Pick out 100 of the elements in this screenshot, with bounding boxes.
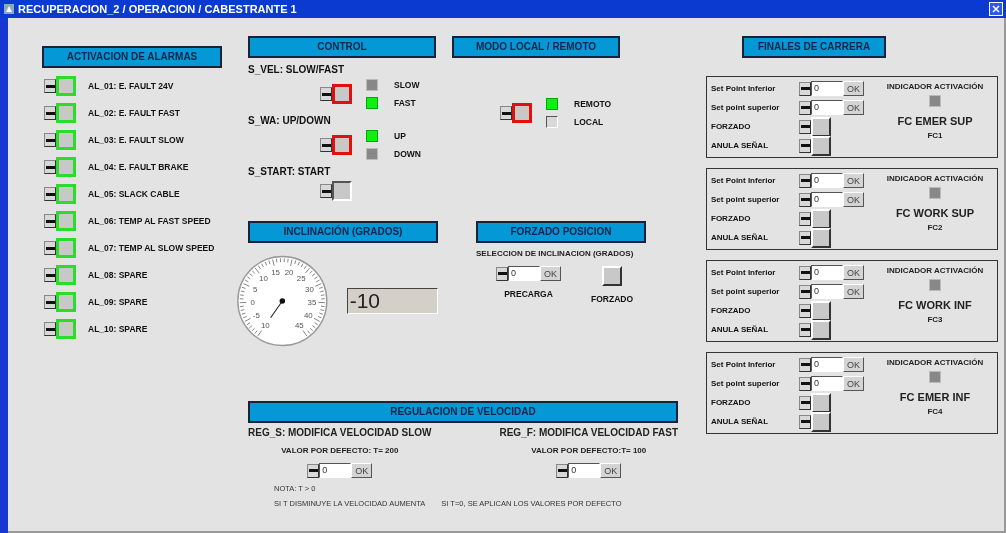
toggle-button[interactable] — [56, 319, 76, 339]
section-header: MODO LOCAL / REMOTO — [452, 36, 620, 58]
minus-button[interactable] — [799, 230, 811, 245]
limit-code: FC2 — [927, 223, 943, 232]
minus-button[interactable] — [799, 265, 811, 280]
forced-label: FORZADO — [711, 214, 752, 223]
minus-button[interactable] — [320, 184, 332, 198]
speed-heading: REG_F: MODIFICA VELOCIDAD FAST — [499, 427, 678, 438]
input-field[interactable]: 0 — [811, 376, 843, 391]
minus-button[interactable] — [44, 187, 56, 201]
toggle-button[interactable] — [56, 292, 76, 312]
ok-button[interactable]: OK — [843, 81, 864, 96]
ok-button[interactable]: OK — [843, 284, 864, 299]
minus-button[interactable] — [500, 106, 512, 120]
toggle-button[interactable] — [56, 184, 76, 204]
minus-button[interactable] — [799, 100, 811, 115]
close-button[interactable] — [989, 2, 1003, 16]
indicator-title: INDICADOR ACTIVACIÓN — [886, 174, 984, 183]
toggle-button[interactable] — [332, 135, 352, 155]
minus-button[interactable] — [44, 322, 56, 336]
minus-button[interactable] — [799, 376, 811, 391]
forced-label: FORZADO — [711, 122, 752, 131]
minus-button[interactable] — [44, 295, 56, 309]
toggle-button[interactable] — [56, 265, 76, 285]
input-field[interactable]: 0 — [811, 284, 843, 299]
input-field[interactable]: 0 — [568, 463, 601, 478]
indicator-title: INDICADOR ACTIVACIÓN — [886, 358, 984, 367]
minus-button[interactable] — [44, 106, 56, 120]
ok-button[interactable]: OK — [843, 265, 864, 280]
minus-button[interactable] — [799, 322, 811, 337]
input-field[interactable]: 0 — [811, 192, 843, 207]
alarm-label: AL_03: E. FAULT SLOW — [88, 135, 184, 145]
indicator-label: UP — [394, 131, 406, 141]
minus-button[interactable] — [799, 81, 811, 96]
alarm-label: AL_05: SLACK CABLE — [88, 189, 180, 199]
setpoint-label: Set point superior — [711, 195, 781, 204]
ok-button[interactable]: OK — [600, 463, 622, 478]
toggle-button[interactable] — [56, 130, 76, 150]
ok-button[interactable]: OK — [843, 173, 864, 188]
toggle-button[interactable] — [512, 103, 532, 123]
input-field[interactable]: 0 — [508, 266, 540, 281]
section-header: CONTROL — [248, 36, 436, 58]
setpoint-label: Set Point Inferior — [711, 84, 777, 93]
input-field[interactable]: 0 — [811, 100, 843, 115]
window-title: RECUPERACION_2 / OPERACION / CABESTRANTE 1 — [18, 3, 298, 15]
minus-button[interactable] — [799, 303, 811, 318]
ok-button[interactable]: OK — [351, 463, 373, 478]
minus-button[interactable] — [799, 173, 811, 188]
minus-button[interactable] — [496, 266, 508, 281]
minus-button[interactable] — [307, 463, 320, 478]
toggle-button[interactable] — [56, 76, 76, 96]
limit-code: FC1 — [927, 131, 943, 140]
forced-label: FORZADO — [711, 306, 752, 315]
minus-button[interactable] — [799, 211, 811, 226]
ok-button[interactable]: OK — [843, 100, 864, 115]
toggle-button[interactable] — [56, 238, 76, 258]
indicator-label: FAST — [394, 98, 416, 108]
setpoint-label: Set point superior — [711, 379, 781, 388]
minus-button[interactable] — [799, 192, 811, 207]
ok-button[interactable]: OK — [843, 357, 864, 372]
setpoint-label: Set point superior — [711, 287, 781, 296]
setpoint-label: Set Point Inferior — [711, 176, 777, 185]
minus-button[interactable] — [44, 133, 56, 147]
limit-name: FC WORK INF — [898, 299, 972, 311]
cancel-label: ANULA SEÑAL — [711, 141, 770, 150]
toggle-button[interactable] — [56, 157, 76, 177]
minus-button[interactable] — [44, 241, 56, 255]
input-field[interactable]: 0 — [811, 173, 843, 188]
ok-button[interactable]: OK — [540, 266, 561, 281]
minus-button[interactable] — [799, 119, 811, 134]
section-header: INCLINACIÓN (GRADOS) — [248, 221, 438, 243]
input-field[interactable]: 0 — [811, 357, 843, 372]
toggle-button[interactable] — [56, 103, 76, 123]
minus-button[interactable] — [799, 284, 811, 299]
force-button[interactable] — [602, 266, 623, 286]
minus-button[interactable] — [44, 268, 56, 282]
alarm-label: AL_02: E. FAULT FAST — [88, 108, 180, 118]
ok-button[interactable]: OK — [843, 192, 864, 207]
section-header: REGULACION DE VELOCIDAD — [248, 401, 678, 423]
minus-button[interactable] — [320, 138, 332, 152]
alarm-label: AL_10: SPARE — [88, 324, 148, 334]
minus-button[interactable] — [799, 395, 811, 410]
indicator-title: INDICADOR ACTIVACIÓN — [886, 266, 984, 275]
cancel-label: ANULA SEÑAL — [711, 233, 770, 242]
ok-button[interactable]: OK — [843, 376, 864, 391]
setpoint-label: Set Point Inferior — [711, 360, 777, 369]
minus-button[interactable] — [799, 357, 811, 372]
minus-button[interactable] — [799, 414, 811, 429]
minus-button[interactable] — [44, 160, 56, 174]
toggle-button[interactable] — [56, 211, 76, 231]
input-field[interactable]: 0 — [319, 463, 352, 478]
minus-button[interactable] — [556, 463, 569, 478]
input-field[interactable]: 0 — [811, 81, 843, 96]
minus-button[interactable] — [44, 79, 56, 93]
minus-button[interactable] — [44, 214, 56, 228]
input-field[interactable]: 0 — [811, 265, 843, 280]
toggle-button[interactable] — [332, 84, 352, 104]
minus-button[interactable] — [320, 87, 332, 101]
minus-button[interactable] — [799, 138, 811, 153]
toggle-button[interactable] — [332, 181, 352, 201]
